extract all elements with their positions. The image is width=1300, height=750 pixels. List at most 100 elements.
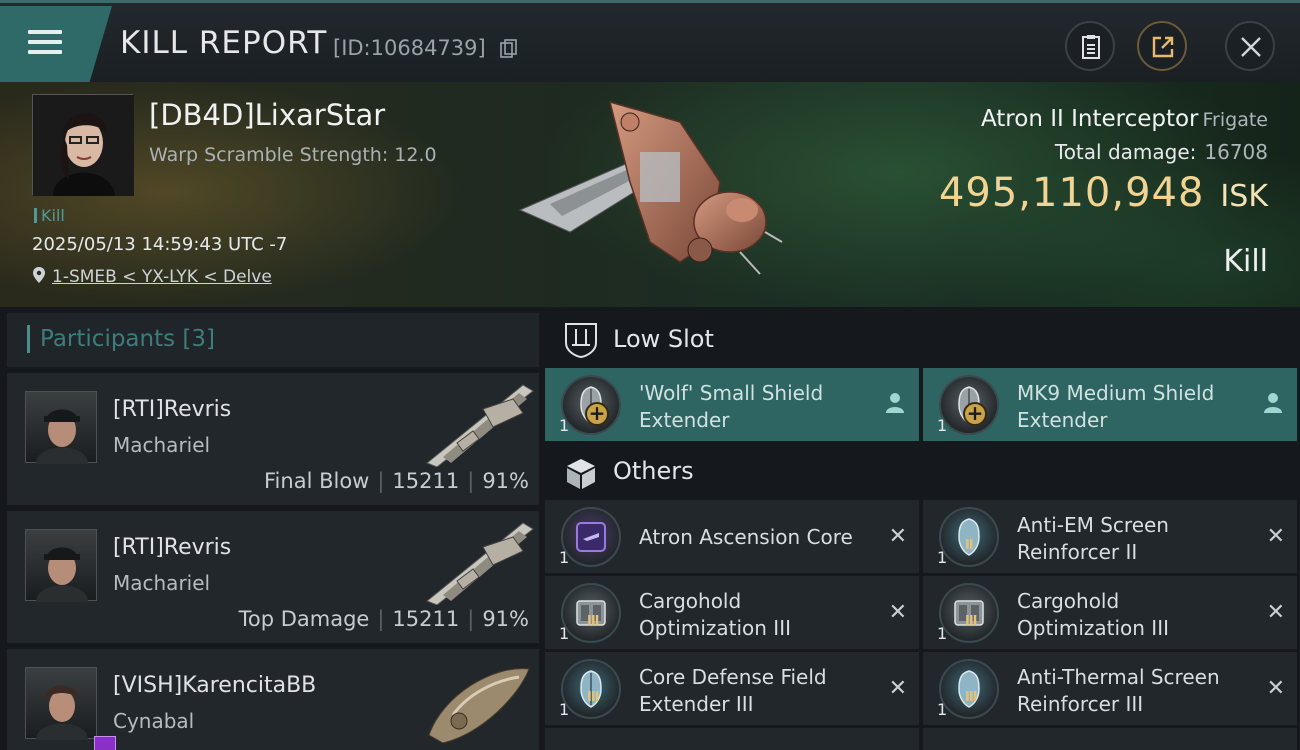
module-art (954, 600, 984, 626)
participant-card[interactable]: [VISH]KarencitaBB Cynabal (7, 649, 539, 750)
avatar (25, 667, 116, 750)
item-name: Core Defense Field Extender III (639, 664, 869, 718)
cargohold-optimization-icon (939, 583, 999, 643)
person-icon[interactable] (1263, 392, 1283, 414)
victim-portrait[interactable] (32, 94, 134, 196)
tier-badge: II (965, 538, 974, 553)
item-name-line: Extender (639, 408, 730, 432)
item-quantity: 1 (559, 700, 570, 719)
close-button[interactable] (1225, 21, 1275, 71)
copy-icon[interactable] (500, 39, 518, 59)
fitting-item[interactable]: III 1 Cargohold Optimization III ✕ (923, 576, 1297, 649)
kill-tag: Kill (34, 206, 65, 225)
fitting-item[interactable]: III 1 Core Defense Field Extender III ✕ (545, 652, 919, 725)
module-art (958, 670, 980, 708)
fitting-item[interactable]: + 1 'Wolf' Small Shield Extender (545, 368, 919, 441)
participant-name[interactable]: [VISH]KarencitaBB (113, 673, 316, 698)
participants-label: Participants [3] (40, 326, 215, 352)
plus-badge-icon: + (585, 402, 609, 426)
participants-header[interactable]: Participants [3] (7, 313, 539, 367)
ship-name-text: Atron II Interceptor (980, 106, 1199, 132)
item-quantity: 1 (937, 548, 948, 567)
item-quantity: 1 (937, 416, 948, 435)
destroyed-x-icon: ✕ (888, 676, 907, 701)
share-button[interactable] (1137, 21, 1187, 71)
item-name-line: Reinforcer III (1017, 692, 1144, 716)
participant-name[interactable]: [RTI]Revris (113, 397, 231, 422)
item-name-line: 'Wolf' Small Shield (639, 381, 824, 405)
shield-extender-icon (561, 659, 621, 719)
module-art (576, 522, 606, 552)
isk-value: 495,110,948 ISK (939, 170, 1268, 216)
participant-card[interactable]: [RTI]Revris Machariel Top Damage | 15211 | 9… (7, 511, 539, 643)
pilot-portrait-image (33, 95, 134, 196)
victim-panel: [DB4D]LixarStar Warp Scramble Strength: … (0, 82, 1300, 307)
participant-card[interactable]: [RTI]Revris Machariel Final Blow | 15211 | 9… (7, 373, 539, 505)
item-quantity: 1 (559, 548, 570, 567)
item-name: Cargohold Optimization III (1017, 588, 1247, 642)
destroyed-x-icon: ✕ (1266, 524, 1285, 549)
participant-ship-image[interactable] (423, 517, 535, 605)
item-name: Cargohold Optimization III (639, 588, 869, 642)
screen-reinforcer-icon (939, 507, 999, 567)
fitting-item[interactable]: II 1 Anti-EM Screen Reinforcer II ✕ (923, 500, 1297, 573)
participant-ship: Machariel (113, 571, 211, 595)
participant-ship-image[interactable] (423, 379, 535, 467)
kill-datetime: 2025/05/13 14:59:43 UTC -7 (32, 234, 288, 255)
stat-separator: | (377, 469, 385, 493)
item-name-line: Extender III (639, 692, 754, 716)
item-quantity: 1 (937, 700, 948, 719)
participants-count: [3] (182, 326, 216, 352)
avatar-image (36, 409, 88, 464)
fitting-item[interactable]: III 1 Cargohold Optimization III ✕ (545, 576, 919, 649)
participant-role: Final Blow (264, 469, 370, 493)
participant-ship-image[interactable] (423, 655, 535, 743)
participant-percent: 91% (482, 469, 529, 493)
victim-name[interactable]: [DB4D]LixarStar (149, 98, 385, 132)
share-icon (1152, 36, 1174, 58)
avatar (25, 391, 97, 464)
person-icon[interactable] (885, 392, 905, 414)
destroyed-x-icon: ✕ (1266, 600, 1285, 625)
item-name-line: Cargohold (639, 589, 742, 613)
participant-name[interactable]: [RTI]Revris (113, 535, 231, 560)
low-slot-label: Low Slot (613, 325, 714, 353)
item-quantity: 1 (559, 624, 570, 643)
fitting-panel: Low Slot + 1 'Wolf' Small Shield Extender… (545, 313, 1300, 750)
item-quantity: 1 (937, 624, 948, 643)
isk-currency: ISK (1220, 179, 1268, 214)
stat-separator: | (377, 607, 385, 631)
victim-ship-image[interactable] (510, 92, 790, 282)
fitting-item[interactable] (545, 728, 919, 750)
item-name-line: Anti-EM Screen (1017, 513, 1169, 537)
fitting-item[interactable]: III 1 Anti-Thermal Screen Reinforcer III … (923, 652, 1297, 725)
kill-location[interactable]: 1-SMEB < YX-LYK < Delve (32, 266, 272, 287)
others-header: Others (545, 445, 1300, 499)
fitting-item[interactable] (923, 728, 1297, 750)
report-id: [ID:10684739] (333, 36, 486, 60)
participant-ship: Cynabal (113, 709, 195, 733)
menu-button[interactable] (0, 6, 112, 82)
item-name-line: Reinforcer II (1017, 540, 1138, 564)
plus-badge-icon: + (963, 402, 987, 426)
clipboard-icon (1082, 35, 1100, 59)
stat-separator: | (467, 469, 475, 493)
screen-reinforcer-icon (939, 659, 999, 719)
victim-ship-name[interactable]: Atron II Interceptor Frigate (981, 106, 1268, 132)
module-art (958, 518, 980, 556)
hamburger-icon (28, 30, 62, 60)
destroyed-x-icon: ✕ (888, 600, 907, 625)
item-quantity: 1 (559, 416, 570, 435)
fitting-item[interactable]: 1 Atron Ascension Core ✕ (545, 500, 919, 573)
total-damage-label: Total damage: (1054, 140, 1197, 164)
item-name: Atron Ascension Core (639, 524, 869, 551)
fitting-item[interactable]: + 1 MK9 Medium Shield Extender (923, 368, 1297, 441)
module-art (576, 600, 606, 626)
clipboard-button[interactable] (1065, 21, 1115, 71)
location-link[interactable]: 1-SMEB < YX-LYK < Delve (52, 267, 272, 287)
isk-amount: 495,110,948 (938, 170, 1205, 216)
participant-stats: Top Damage | 15211 | 91% (239, 607, 529, 631)
low-slot-header: Low Slot (545, 313, 1300, 367)
tier-badge: III (965, 614, 977, 629)
destroyed-x-icon: ✕ (1266, 676, 1285, 701)
